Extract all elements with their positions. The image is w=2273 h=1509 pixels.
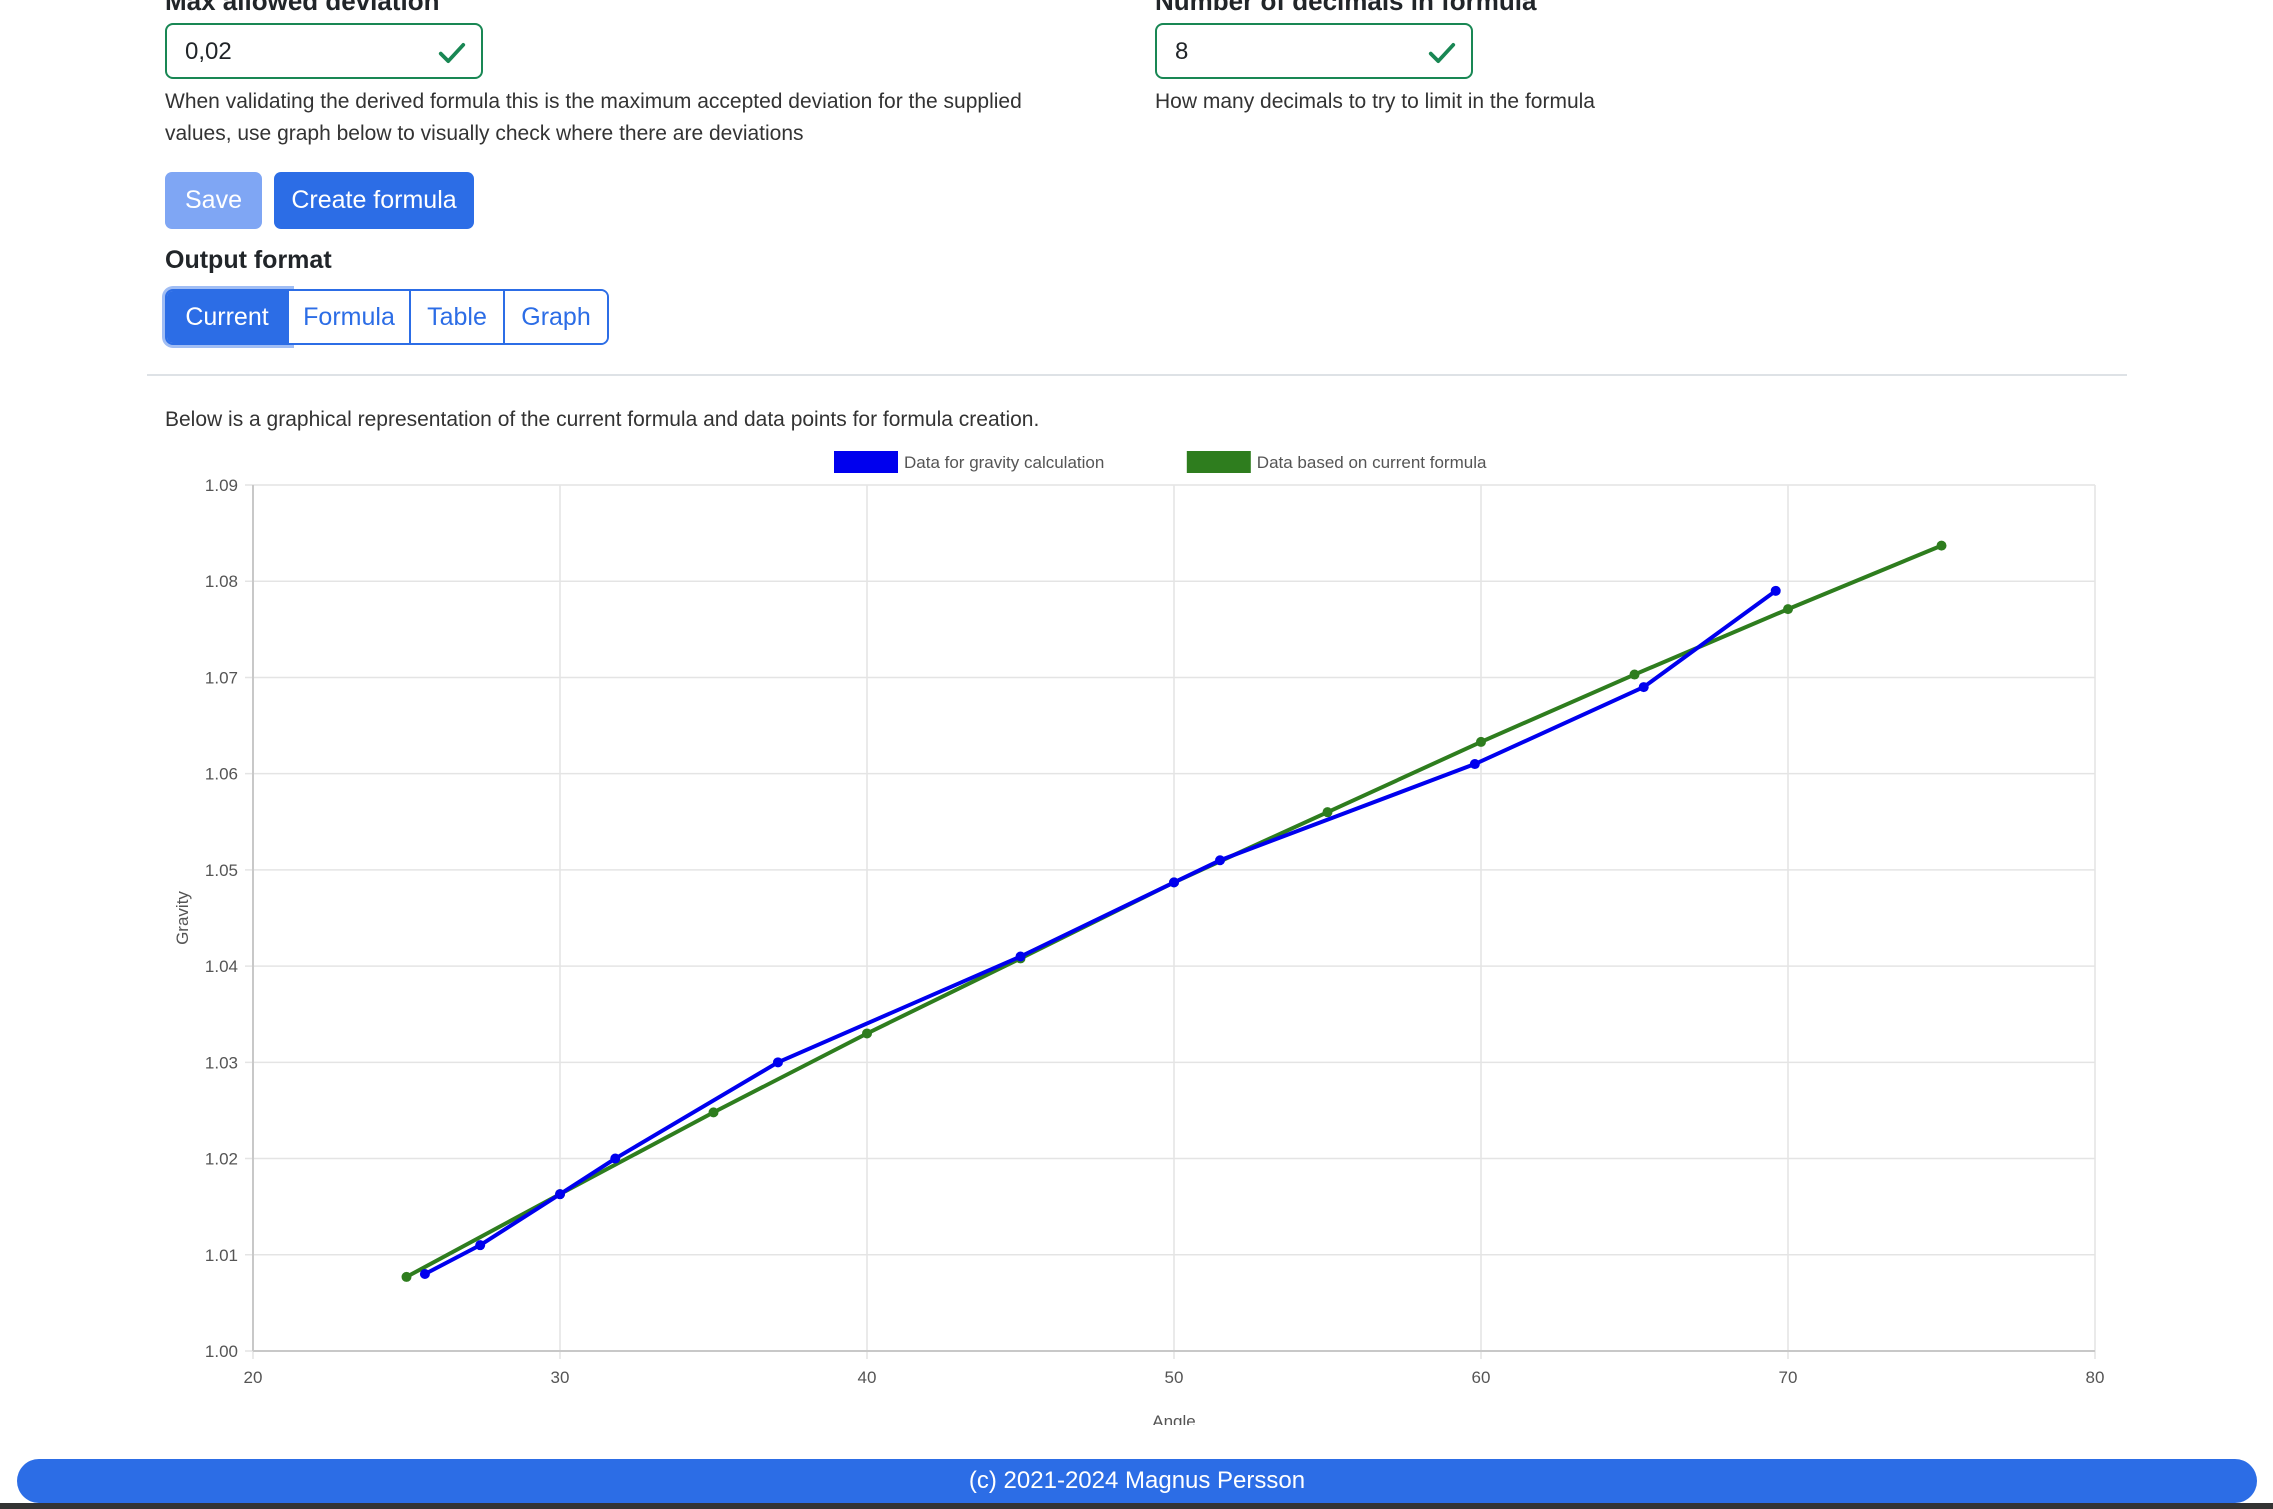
check-icon xyxy=(438,43,466,63)
series-line xyxy=(423,589,1777,1276)
data-point xyxy=(555,1189,565,1200)
footer: (c) 2021-2024 Magnus Persson xyxy=(17,1459,2257,1503)
y-tick-label: 1.07 xyxy=(205,668,238,687)
y-tick-label: 1.05 xyxy=(205,861,238,880)
decimals-input[interactable]: 8 xyxy=(1155,23,1473,79)
y-tick-label: 1.09 xyxy=(205,476,238,495)
output-format-tabs: Current Formula Table Graph xyxy=(165,289,609,345)
x-tick-label: 20 xyxy=(244,1368,263,1387)
deviation-label: Max allowed deviation xyxy=(165,0,440,16)
data-point xyxy=(1322,807,1333,818)
y-tick-label: 1.08 xyxy=(205,572,238,591)
data-point xyxy=(1469,759,1480,770)
data-point xyxy=(1476,736,1486,747)
data-point xyxy=(708,1107,719,1118)
data-point xyxy=(772,1057,783,1068)
check-icon xyxy=(1428,43,1456,63)
legend-label: Data based on current formula xyxy=(1257,453,1487,472)
data-point xyxy=(1783,604,1793,615)
tab-table[interactable]: Table xyxy=(411,291,505,343)
x-tick-label: 30 xyxy=(551,1368,570,1387)
deviation-input[interactable]: 0,02 xyxy=(165,23,483,79)
deviation-help: When validating the derived formula this… xyxy=(165,86,1165,150)
divider xyxy=(147,374,2127,376)
x-tick-label: 80 xyxy=(2086,1368,2105,1387)
y-tick-label: 1.02 xyxy=(205,1150,238,1169)
x-tick-label: 50 xyxy=(1165,1368,1184,1387)
data-point xyxy=(1629,669,1640,680)
page: Max allowed deviation 0,02 When validati… xyxy=(0,0,2273,1509)
save-button[interactable]: Save xyxy=(165,172,262,229)
data-point xyxy=(1936,540,1947,551)
data-point xyxy=(862,1028,872,1039)
legend-swatch xyxy=(834,451,898,473)
bottom-bar xyxy=(0,1503,2273,1509)
x-tick-label: 70 xyxy=(1779,1368,1798,1387)
y-tick-label: 1.06 xyxy=(205,765,238,784)
gravity-chart: 20 30 40 50 60 70 80 1.00 1.01 1.02 1.03 1.04 1.05 1.… xyxy=(173,451,2105,1425)
x-tick-label: 60 xyxy=(1472,1368,1491,1387)
y-axis-label: Gravity xyxy=(173,891,192,945)
decimals-label: Number of decimals in formula xyxy=(1155,0,1537,16)
tab-graph[interactable]: Graph xyxy=(505,291,607,343)
deviation-value[interactable]: 0,02 xyxy=(185,38,232,66)
y-tick-label: 1.01 xyxy=(205,1246,238,1265)
graph-description: Below is a graphical representation of t… xyxy=(165,408,1040,431)
data-point xyxy=(610,1153,621,1164)
y-tick-label: 1.03 xyxy=(205,1053,238,1072)
data-point xyxy=(1015,951,1026,962)
decimals-value[interactable]: 8 xyxy=(1175,38,1188,66)
x-tick-label: 40 xyxy=(858,1368,877,1387)
output-format-title: Output format xyxy=(165,246,332,274)
y-tick-label: 1.00 xyxy=(205,1342,238,1361)
legend-swatch xyxy=(1186,451,1251,473)
decimals-help: How many decimals to try to limit in the… xyxy=(1155,90,1595,113)
data-point xyxy=(1638,682,1649,693)
data-point xyxy=(1770,585,1781,596)
tab-current[interactable]: Current xyxy=(167,291,289,343)
deviation-help-line2: values, use graph below to visually chec… xyxy=(165,122,804,145)
data-point xyxy=(419,1269,430,1280)
data-point xyxy=(475,1240,486,1251)
data-point xyxy=(401,1271,412,1282)
deviation-help-line1: When validating the derived formula this… xyxy=(165,90,1022,113)
x-axis-label: Angle xyxy=(1152,1412,1195,1425)
data-point xyxy=(1169,877,1179,888)
create-formula-button[interactable]: Create formula xyxy=(274,172,474,229)
y-tick-label: 1.04 xyxy=(205,957,238,976)
data-point xyxy=(1215,855,1226,866)
tab-formula[interactable]: Formula xyxy=(289,291,411,343)
legend-label: Data for gravity calculation xyxy=(904,453,1104,472)
